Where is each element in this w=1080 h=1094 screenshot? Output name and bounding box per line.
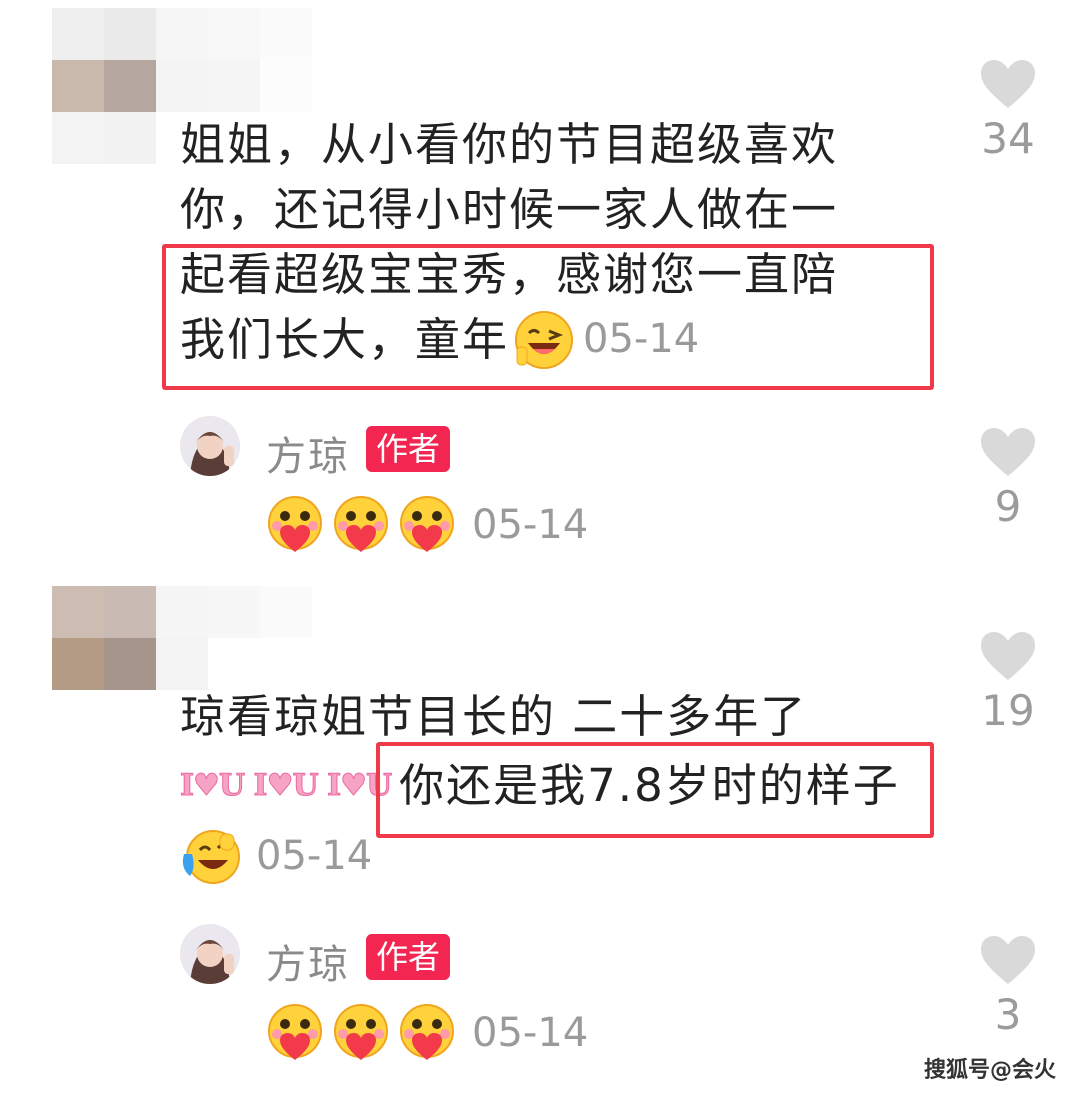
author-badge: 作者: [366, 934, 451, 980]
heart-hug-emoji-icon: [330, 494, 392, 556]
heart-icon: [981, 936, 1035, 984]
heart-hug-emoji-icon: [330, 1002, 392, 1064]
like-count: 9: [994, 482, 1022, 531]
heart-icon: [981, 428, 1035, 476]
iou-sticker: I♥U I♥U I♥U: [179, 768, 392, 804]
reply-author-name[interactable]: 方琼: [266, 424, 350, 482]
like-button[interactable]: 19: [968, 630, 1048, 735]
like-button[interactable]: 34: [968, 58, 1048, 163]
laughing-tears-emoji-icon: [180, 826, 242, 888]
heart-icon: [981, 60, 1035, 108]
reply-date: 05-14: [472, 502, 589, 548]
heart-hug-emoji-icon: [264, 1002, 326, 1064]
like-count: 34: [981, 114, 1035, 163]
highlight-box: [162, 244, 934, 390]
watermark: 搜狐号@会火: [923, 1058, 1056, 1083]
blurred-avatar: [52, 8, 312, 112]
like-button[interactable]: 9: [968, 426, 1048, 531]
comment-line: 琼看琼姐节目长的 二十多年了: [180, 690, 808, 743]
avatar[interactable]: [180, 924, 240, 984]
like-button[interactable]: 3: [968, 934, 1048, 1039]
like-count: 19: [981, 686, 1035, 735]
reply-date: 05-14: [472, 1010, 589, 1056]
comment-date: 05-14: [256, 833, 373, 879]
comment-line: 你，还记得小时候一家人做在一: [180, 183, 839, 236]
reply-body: 05-14: [264, 1002, 588, 1064]
heart-hug-emoji-icon: [264, 494, 326, 556]
reply-body: 05-14: [264, 494, 588, 556]
reply-author-name[interactable]: 方琼: [266, 932, 350, 990]
heart-hug-emoji-icon: [396, 494, 458, 556]
blurred-avatar: [52, 586, 312, 690]
highlight-box: [376, 742, 934, 838]
like-count: 3: [994, 990, 1022, 1039]
avatar[interactable]: [180, 416, 240, 476]
author-badge: 作者: [366, 426, 451, 472]
comment-line: 姐姐，从小看你的节目超级喜欢: [180, 118, 839, 171]
heart-icon: [981, 632, 1035, 680]
heart-hug-emoji-icon: [396, 1002, 458, 1064]
